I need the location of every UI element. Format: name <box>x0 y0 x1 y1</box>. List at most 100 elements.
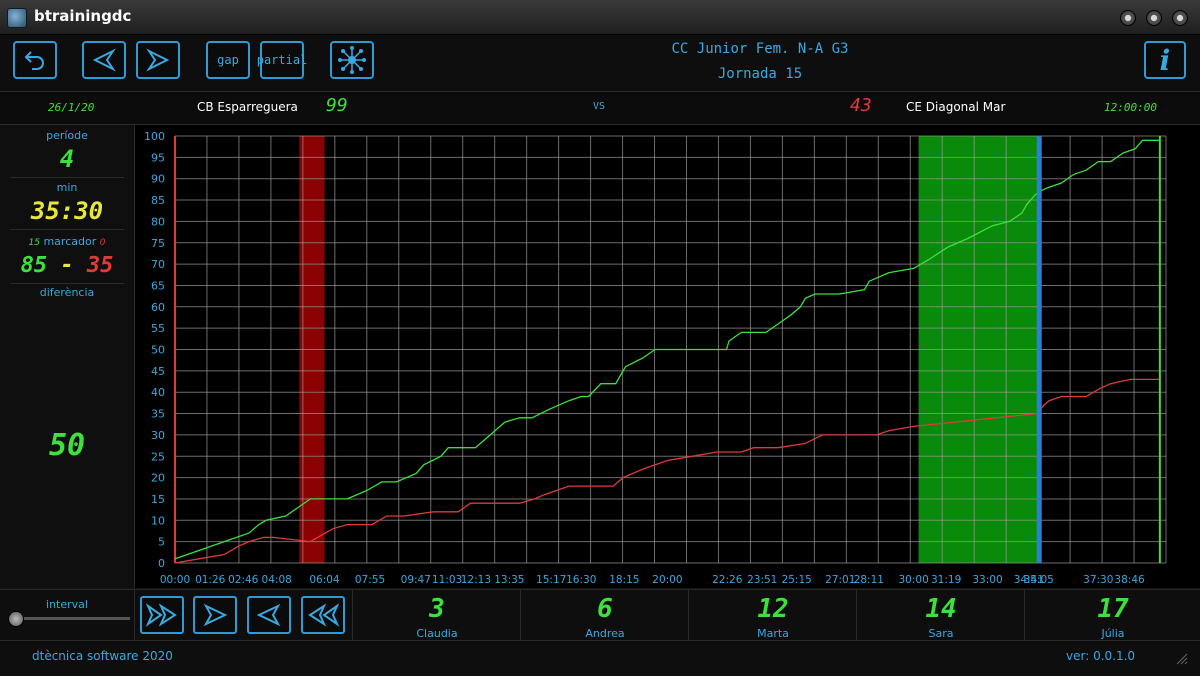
x-tick-label: 12:13 <box>461 574 491 586</box>
maximize-button[interactable] <box>1146 10 1162 26</box>
y-tick-label: 80 <box>151 215 165 228</box>
play-forward-button[interactable] <box>193 596 237 634</box>
triangle-right-icon <box>203 603 228 627</box>
undo-icon <box>24 51 44 70</box>
interval-slider-track[interactable] <box>10 617 130 620</box>
x-tick-label: 33:00 <box>972 574 1002 586</box>
network-button[interactable] <box>330 41 374 79</box>
marker-row: 15 marcador 0 <box>0 235 134 248</box>
diff-label: diferència <box>39 286 95 299</box>
y-tick-label: 0 <box>158 557 165 570</box>
previous-button[interactable] <box>82 41 126 79</box>
y-tick-label: 10 <box>151 514 165 527</box>
score-bar: 26/1/20 CB Esparreguera 99 VS 43 CE Diag… <box>0 92 1200 125</box>
y-tick-label: 15 <box>151 493 165 506</box>
toolbar: gap partial CC Junior Fem. N-A G3 Jornad… <box>0 35 1200 92</box>
y-tick-label: 55 <box>151 322 165 335</box>
match-time: 12:00:00 <box>1104 101 1157 114</box>
y-tick-label: 100 <box>144 130 165 143</box>
x-tick-label: 00:00 <box>160 574 190 586</box>
min-value: 35:30 <box>30 197 104 225</box>
x-tick-label: 02:46 <box>228 574 259 586</box>
marker-away-small: 0 <box>99 238 106 248</box>
triangle-left-icon <box>92 48 116 72</box>
x-tick-label: 20:00 <box>652 574 682 586</box>
score-chart-svg: 0 5 10 15 20 25 30 35 40 45 50 55 60 65 70 75 80 85 90 95 10… <box>144 130 1167 586</box>
x-tick-label: 25:15 <box>782 574 812 586</box>
partial-button[interactable]: partial <box>257 41 307 79</box>
x-tick-label: 23:51 <box>747 574 777 586</box>
marker-score: 85 - 35 <box>0 253 134 278</box>
period-value: 4 <box>59 145 75 173</box>
play-backward-button[interactable] <box>247 596 291 634</box>
y-tick-label: 95 <box>151 151 165 164</box>
x-tick-label: 35:05 <box>1024 574 1054 586</box>
version-text: ver: 0.0.1.0 <box>1066 649 1136 663</box>
app-logo-icon <box>7 8 27 28</box>
player-number: 14 <box>925 594 957 624</box>
player-card[interactable]: 6 Andrea <box>520 590 689 640</box>
player-card[interactable]: 3 Claudia <box>352 590 521 640</box>
player-name: Andrea <box>585 627 625 640</box>
interval-slider-handle[interactable] <box>8 611 24 627</box>
y-tick-label: 45 <box>151 365 165 378</box>
y-tick-label: 90 <box>151 173 165 186</box>
next-button[interactable] <box>136 41 180 79</box>
x-tick-label: 37:30 <box>1083 574 1113 586</box>
y-tick-label: 20 <box>151 472 165 485</box>
marker-separator: - <box>60 253 74 278</box>
status-left-text: dtècnica software 2020 <box>32 649 173 663</box>
player-number: 17 <box>1097 594 1129 624</box>
status-bar: dtècnica software 2020 ver: 0.0.1.0 <box>0 640 1200 676</box>
y-tick-label: 50 <box>151 344 165 357</box>
y-tick-label: 35 <box>151 408 165 421</box>
x-tick-label: 13:35 <box>494 574 524 586</box>
player-number: 6 <box>597 594 613 624</box>
rewind-button[interactable] <box>301 596 345 634</box>
resize-grip-icon[interactable] <box>1174 651 1188 665</box>
info-button[interactable]: i <box>1144 41 1186 79</box>
match-title: CC Junior Fem. N-A G3 <box>671 41 849 57</box>
triangle-right-icon <box>146 48 170 72</box>
marker-home: 85 <box>20 253 48 278</box>
y-tick-label: 65 <box>151 279 165 292</box>
x-tick-label: 11:03 <box>432 574 462 586</box>
x-tick-label: 16:30 <box>566 574 596 586</box>
period-label: període <box>46 129 88 142</box>
player-card[interactable]: 12 Marta <box>688 590 857 640</box>
score-chart: 0 5 10 15 20 25 30 35 40 45 50 55 60 65 70 75 80 85 90 95 10… <box>135 125 1200 588</box>
x-tick-label: 07:55 <box>355 574 385 586</box>
y-tick-label: 60 <box>151 301 165 314</box>
undo-button[interactable] <box>13 41 57 79</box>
player-card[interactable]: 14 Sara <box>856 590 1025 640</box>
y-tick-label: 85 <box>151 194 165 207</box>
player-name: Júlia <box>1101 627 1125 640</box>
player-name: Marta <box>757 627 789 640</box>
y-tick-label: 70 <box>151 258 165 271</box>
home-score: 99 <box>326 95 348 116</box>
network-icon <box>338 46 366 74</box>
y-tick-label: 75 <box>151 237 165 250</box>
rewind-icon <box>308 603 340 627</box>
min-label: min <box>56 181 78 194</box>
player-card[interactable]: 17 Júlia <box>1024 590 1200 640</box>
left-panel: període 4 min 35:30 15 marcador 0 85 - 3… <box>0 125 135 588</box>
app-window: btrainingdc gap partial CC Junior Fem. N… <box>0 0 1200 676</box>
close-button[interactable] <box>1172 10 1188 26</box>
home-team-name: CB Esparreguera <box>197 100 298 114</box>
x-tick-label: 04:08 <box>262 574 292 586</box>
player-number: 12 <box>757 594 789 624</box>
gap-button[interactable]: gap <box>206 41 250 79</box>
x-tick-label: 01:26 <box>195 574 226 586</box>
fast-forward-button[interactable] <box>140 596 184 634</box>
fast-forward-icon <box>145 603 177 627</box>
triangle-left-icon <box>256 603 281 627</box>
x-tick-label: 09:47 <box>401 574 431 586</box>
info-icon: i <box>1159 43 1171 77</box>
minimize-button[interactable] <box>1120 10 1136 26</box>
x-tick-label: 22:26 <box>712 574 743 586</box>
marker-home-small: 15 <box>28 238 40 248</box>
y-tick-label: 25 <box>151 450 165 463</box>
x-tick-label: 30:00 <box>899 574 929 586</box>
marker-label: marcador <box>43 235 97 248</box>
